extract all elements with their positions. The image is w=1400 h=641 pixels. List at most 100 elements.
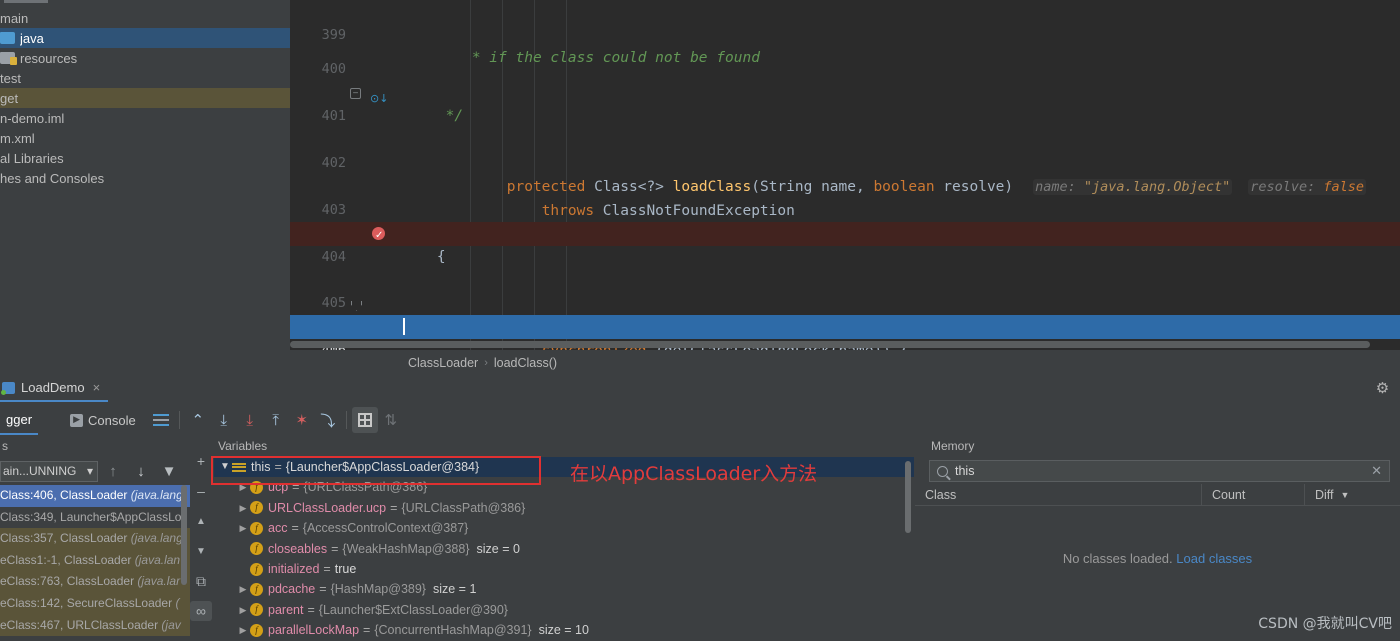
variables-scrollbar[interactable] bbox=[905, 461, 911, 533]
breakpoint-icon[interactable] bbox=[372, 224, 385, 248]
column-header-class[interactable]: Class bbox=[915, 483, 1202, 506]
tree-item-resources[interactable]: resources bbox=[0, 48, 290, 68]
project-tree-panel[interactable]: main java resources test get n-demo.iml … bbox=[0, 0, 290, 375]
frame-row[interactable]: Class:357, ClassLoader (java.lang bbox=[0, 528, 190, 550]
frame-row[interactable]: eClass1:-1, ClassLoader (java.lan bbox=[0, 549, 190, 572]
close-icon[interactable]: × bbox=[93, 380, 101, 395]
tab-debugger-label: gger bbox=[6, 411, 33, 427]
frame-row[interactable]: eClass:763, ClassLoader (java.lar bbox=[0, 571, 190, 593]
variable-row[interactable]: f closeables = {WeakHashMap@388} size = … bbox=[214, 539, 914, 559]
thread-selector[interactable]: ain...UNNING ▾ bbox=[0, 460, 98, 482]
frame-row[interactable]: Class:406, ClassLoader (java.lang bbox=[0, 485, 190, 507]
code-line[interactable]: 402 throws ClassNotFoundException bbox=[290, 129, 1400, 218]
show-execution-point-button[interactable]: ⌃ bbox=[185, 407, 211, 433]
frame-row[interactable]: eClass:467, URLClassLoader (jav bbox=[0, 614, 190, 637]
frames-panel[interactable]: s ain...UNNING ▾ ↑ ↓ ▼ Class:406, ClassL… bbox=[0, 435, 190, 641]
close-icon[interactable]: ✕ bbox=[1371, 463, 1382, 479]
move-down-button[interactable]: ▼ bbox=[190, 541, 212, 561]
column-header-count[interactable]: Count bbox=[1202, 483, 1305, 506]
mute-breakpoints-button[interactable] bbox=[148, 407, 174, 433]
column-header-diff[interactable]: Diff ▼ bbox=[1305, 484, 1400, 506]
frame-package: (jav bbox=[161, 617, 181, 632]
inspect-button[interactable]: ∞ bbox=[190, 601, 212, 621]
gear-icon[interactable]: ⚙ bbox=[1374, 380, 1391, 397]
frames-title: s bbox=[2, 439, 8, 453]
copy-value-button[interactable]: ⧉ bbox=[190, 571, 212, 591]
code-line-breakpoint[interactable]: 404 synchronized (getClassLoadingLock(na… bbox=[290, 221, 1400, 350]
evaluate-expression-button[interactable] bbox=[351, 407, 378, 433]
frames-down-button[interactable]: ↓ bbox=[128, 458, 154, 484]
variable-size: size = 10 bbox=[538, 623, 589, 638]
settings-filter-button[interactable]: ⇅ bbox=[378, 407, 404, 433]
code-line[interactable]: 399 * if the class could not be found bbox=[290, 0, 1400, 67]
chevron-right-icon[interactable]: ▶ bbox=[236, 518, 250, 538]
add-watch-button[interactable]: + bbox=[190, 451, 212, 471]
breadcrumb[interactable]: ClassLoader › loadClass() bbox=[290, 350, 1400, 375]
tree-item-main[interactable]: main bbox=[0, 8, 290, 28]
step-out-button[interactable]: ⤒ bbox=[263, 407, 289, 433]
memory-panel[interactable]: Memory ✕ Class Count Diff ▼ No classes l… bbox=[915, 435, 1400, 641]
chevron-right-icon[interactable]: ▶ bbox=[236, 620, 250, 640]
fold-chevron-icon[interactable] bbox=[350, 299, 361, 310]
tree-item-label: hes and Consoles bbox=[0, 170, 105, 186]
tree-item-target[interactable]: get bbox=[0, 88, 290, 108]
variable-value: true bbox=[334, 561, 357, 576]
run-to-cursor-button[interactable]: ⤵ bbox=[315, 407, 341, 433]
frame-row[interactable]: eClass:142, SecureClassLoader ( bbox=[0, 592, 190, 615]
code-line[interactable]: 403 { bbox=[290, 175, 1400, 265]
tab-console[interactable]: ▶ Console bbox=[64, 405, 142, 435]
code-editor[interactable]: 399 * if the class could not be found 40… bbox=[290, 0, 1400, 350]
tab-debugger[interactable]: gger bbox=[0, 405, 39, 435]
method-override-icon[interactable]: ⊙↓ bbox=[370, 87, 388, 105]
variable-row[interactable]: ▶ f parallelLockMap = {ConcurrentHashMap… bbox=[214, 620, 914, 640]
frame-package: ( bbox=[175, 595, 180, 610]
frames-up-button[interactable]: ↑ bbox=[100, 458, 126, 484]
gutter-fold-area[interactable] bbox=[350, 293, 400, 317]
variable-row[interactable]: ▶ f parent = {Launcher$ExtClassLoader@39… bbox=[214, 600, 914, 620]
filter-icon[interactable]: ▼ bbox=[156, 458, 182, 484]
field-icon: f bbox=[250, 501, 263, 515]
tree-item-external-libraries[interactable]: al Libraries bbox=[0, 148, 290, 168]
editor-horizontal-scrollbar[interactable] bbox=[290, 341, 1390, 348]
calculator-icon bbox=[357, 413, 372, 427]
chevron-right-icon[interactable]: ▶ bbox=[236, 579, 250, 599]
code-line[interactable]: 401 ⊙↓ protected Class<?> loadClass(Stri… bbox=[290, 81, 1400, 195]
run-configuration-icon bbox=[1, 381, 15, 395]
tree-partial-bar bbox=[4, 0, 48, 3]
tree-item-test[interactable]: test bbox=[0, 68, 290, 88]
move-up-button[interactable]: ▲ bbox=[190, 511, 212, 531]
remove-watch-button[interactable]: – bbox=[190, 481, 212, 501]
chevron-down-icon[interactable]: ▼ bbox=[218, 457, 232, 477]
scrollbar-thumb[interactable] bbox=[290, 341, 1370, 348]
tree-item-java[interactable]: java bbox=[0, 28, 290, 48]
breadcrumb-method[interactable]: loadClass() bbox=[494, 356, 557, 370]
load-classes-link[interactable]: Load classes bbox=[1176, 551, 1252, 566]
tree-item-label: resources bbox=[20, 50, 78, 66]
tree-item-scratches-and-consoles[interactable]: hes and Consoles bbox=[0, 168, 290, 188]
memory-search-field[interactable]: ✕ bbox=[929, 460, 1390, 482]
tree-item-pom[interactable]: m.xml bbox=[0, 128, 290, 148]
variable-row[interactable]: ▶ f URLClassLoader.ucp = {URLClassPath@3… bbox=[214, 498, 914, 518]
variable-row[interactable]: ▶ f pdcache = {HashMap@389} size = 1 bbox=[214, 579, 914, 599]
code-line-execution-point[interactable]: 406 Class<?> c = findLoadedClass(name);n… bbox=[290, 315, 1400, 350]
chevron-right-icon[interactable]: ▶ bbox=[236, 477, 250, 497]
debug-session-tab-loaddemo[interactable]: LoadDemo × bbox=[0, 375, 109, 402]
variable-row[interactable]: f initialized = true bbox=[214, 559, 914, 579]
variable-row[interactable]: ▶ f acc = {AccessControlContext@387} bbox=[214, 518, 914, 538]
code-line[interactable]: 405 // First, check if the class has alr… bbox=[290, 269, 1400, 335]
chevron-right-icon[interactable]: ▶ bbox=[236, 498, 250, 518]
frame-row[interactable]: Class:349, Launcher$AppClassLo bbox=[0, 507, 190, 529]
search-input[interactable] bbox=[955, 464, 1365, 478]
step-over-button[interactable]: ⤓ bbox=[211, 407, 237, 433]
frames-scrollbar[interactable] bbox=[181, 485, 187, 585]
code-line[interactable]: 400 – */ bbox=[290, 35, 1400, 124]
tree-item-iml[interactable]: n-demo.iml bbox=[0, 108, 290, 128]
chevron-right-icon[interactable]: ▶ bbox=[236, 600, 250, 620]
force-step-into-button[interactable]: ✶ bbox=[289, 407, 315, 433]
project-tree-top-strip bbox=[0, 0, 290, 8]
text-caret bbox=[403, 318, 405, 336]
breadcrumb-class[interactable]: ClassLoader bbox=[408, 356, 478, 370]
step-into-button[interactable]: ⤓ bbox=[237, 407, 263, 433]
frames-list[interactable]: Class:406, ClassLoader (java.lang Class:… bbox=[0, 485, 190, 637]
chevron-down-icon: ▾ bbox=[86, 464, 93, 478]
